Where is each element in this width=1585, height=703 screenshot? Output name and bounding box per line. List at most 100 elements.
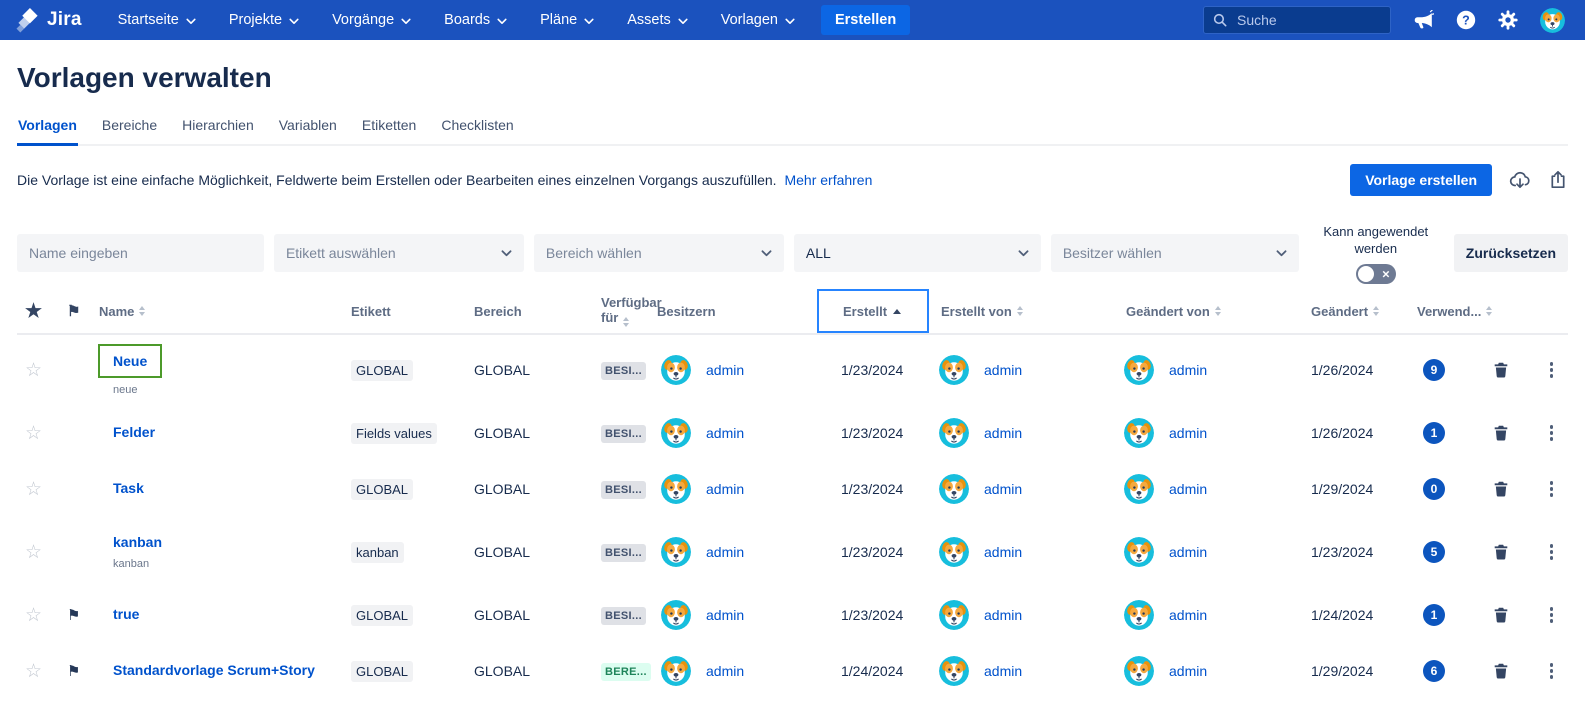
creator-link[interactable]: admin <box>984 362 1022 378</box>
creator-link[interactable]: admin <box>984 481 1022 497</box>
settings-button[interactable] <box>1498 10 1518 30</box>
announcements-button[interactable] <box>1413 10 1434 31</box>
owner-link[interactable]: admin <box>706 481 744 497</box>
delete-button[interactable] <box>1478 606 1523 624</box>
creator-link[interactable]: admin <box>984 607 1022 623</box>
nav-item-assets[interactable]: Assets <box>627 12 688 28</box>
reset-button[interactable]: Zurücksetzen <box>1454 234 1568 272</box>
delete-button[interactable] <box>1478 361 1523 379</box>
header-bereich[interactable]: Bereich <box>470 304 597 319</box>
modifier-link[interactable]: admin <box>1169 362 1207 378</box>
usage-count-badge[interactable]: 5 <box>1423 541 1445 563</box>
nav-item-boards[interactable]: Boards <box>444 12 507 28</box>
owner-link[interactable]: admin <box>706 663 744 679</box>
export-button[interactable] <box>1548 170 1568 190</box>
creator-link[interactable]: admin <box>984 544 1022 560</box>
creator-avatar[interactable] <box>939 418 969 448</box>
nav-item-pläne[interactable]: Pläne <box>540 12 594 28</box>
row-menu-button[interactable] <box>1523 544 1568 560</box>
modifier-avatar[interactable] <box>1124 355 1154 385</box>
etikett-filter-select[interactable]: Etikett auswählen <box>274 234 524 272</box>
name-filter-input[interactable] <box>17 234 264 272</box>
usage-count-badge[interactable]: 6 <box>1423 660 1445 682</box>
modifier-avatar[interactable] <box>1124 418 1154 448</box>
favorite-star-icon[interactable]: ☆ <box>17 359 61 382</box>
creator-avatar[interactable] <box>939 355 969 385</box>
template-name-link[interactable]: kanban <box>113 534 162 550</box>
owner-avatar[interactable] <box>661 656 691 686</box>
row-menu-button[interactable] <box>1523 607 1568 623</box>
header-geaendert-von[interactable]: Geändert von <box>1122 304 1307 319</box>
nav-item-startseite[interactable]: Startseite <box>118 12 196 28</box>
modifier-avatar[interactable] <box>1124 474 1154 504</box>
besitzer-filter-select[interactable]: Besitzer wählen <box>1051 234 1299 272</box>
creator-avatar[interactable] <box>939 656 969 686</box>
all-filter-select[interactable]: ALL <box>794 234 1041 272</box>
import-button[interactable] <box>1509 169 1531 191</box>
row-menu-button[interactable] <box>1523 663 1568 679</box>
create-button[interactable]: Erstellen <box>821 5 910 35</box>
learn-more-link[interactable]: Mehr erfahren <box>784 172 872 188</box>
favorite-star-icon[interactable]: ☆ <box>17 604 61 627</box>
owner-avatar[interactable] <box>661 474 691 504</box>
nav-item-vorgänge[interactable]: Vorgänge <box>332 12 411 28</box>
jira-logo[interactable]: Jira <box>16 8 82 33</box>
modifier-link[interactable]: admin <box>1169 425 1207 441</box>
search-input[interactable] <box>1235 11 1381 29</box>
favorite-column-star-icon[interactable]: ★ <box>17 304 61 319</box>
creator-avatar[interactable] <box>939 600 969 630</box>
usage-count-badge[interactable]: 0 <box>1423 478 1445 500</box>
owner-avatar[interactable] <box>661 355 691 385</box>
header-geaendert[interactable]: Geändert <box>1307 304 1413 319</box>
create-template-button[interactable]: Vorlage erstellen <box>1350 164 1492 196</box>
owner-avatar[interactable] <box>661 418 691 448</box>
template-name-link[interactable]: Neue <box>98 344 162 378</box>
template-name-link[interactable]: Task <box>113 480 144 496</box>
delete-button[interactable] <box>1478 480 1523 498</box>
creator-avatar[interactable] <box>939 537 969 567</box>
global-search[interactable] <box>1203 6 1391 34</box>
tab-bereiche[interactable]: Bereiche <box>101 111 158 146</box>
applicable-toggle[interactable]: × <box>1356 264 1396 284</box>
header-besitzern[interactable]: Besitzern <box>653 304 837 319</box>
modifier-link[interactable]: admin <box>1169 544 1207 560</box>
creator-link[interactable]: admin <box>984 425 1022 441</box>
row-menu-button[interactable] <box>1523 362 1568 378</box>
header-etikett[interactable]: Etikett <box>347 304 470 319</box>
row-menu-button[interactable] <box>1523 425 1568 441</box>
delete-button[interactable] <box>1478 662 1523 680</box>
bereich-filter-select[interactable]: Bereich wählen <box>534 234 784 272</box>
modifier-avatar[interactable] <box>1124 656 1154 686</box>
row-menu-button[interactable] <box>1523 481 1568 497</box>
modifier-link[interactable]: admin <box>1169 607 1207 623</box>
modifier-avatar[interactable] <box>1124 600 1154 630</box>
template-name-link[interactable]: true <box>113 606 139 622</box>
header-verwendungen[interactable]: Verwend... <box>1413 304 1478 319</box>
header-erstellt[interactable]: Erstellt <box>817 289 929 333</box>
tab-etiketten[interactable]: Etiketten <box>361 111 417 146</box>
header-name[interactable]: Name <box>97 304 347 319</box>
tab-checklisten[interactable]: Checklisten <box>440 111 514 146</box>
favorite-star-icon[interactable]: ☆ <box>17 478 61 501</box>
usage-count-badge[interactable]: 1 <box>1423 422 1445 444</box>
owner-avatar[interactable] <box>661 600 691 630</box>
delete-button[interactable] <box>1478 543 1523 561</box>
delete-button[interactable] <box>1478 424 1523 442</box>
modifier-avatar[interactable] <box>1124 537 1154 567</box>
modifier-link[interactable]: admin <box>1169 481 1207 497</box>
template-name-link[interactable]: Standardvorlage Scrum+Story <box>113 662 315 678</box>
header-verfuegbar-fuer[interactable]: Verfügbar für <box>597 295 653 327</box>
user-avatar[interactable] <box>1540 8 1565 33</box>
favorite-star-icon[interactable]: ☆ <box>17 422 61 445</box>
creator-link[interactable]: admin <box>984 663 1022 679</box>
modifier-link[interactable]: admin <box>1169 663 1207 679</box>
creator-avatar[interactable] <box>939 474 969 504</box>
usage-count-badge[interactable]: 9 <box>1423 359 1445 381</box>
flag-column-flag-icon[interactable]: ⚑ <box>61 304 97 319</box>
owner-link[interactable]: admin <box>706 544 744 560</box>
tab-hierarchien[interactable]: Hierarchien <box>181 111 255 146</box>
tab-variablen[interactable]: Variablen <box>278 111 338 146</box>
owner-link[interactable]: admin <box>706 425 744 441</box>
tab-vorlagen[interactable]: Vorlagen <box>17 111 78 146</box>
owner-avatar[interactable] <box>661 537 691 567</box>
